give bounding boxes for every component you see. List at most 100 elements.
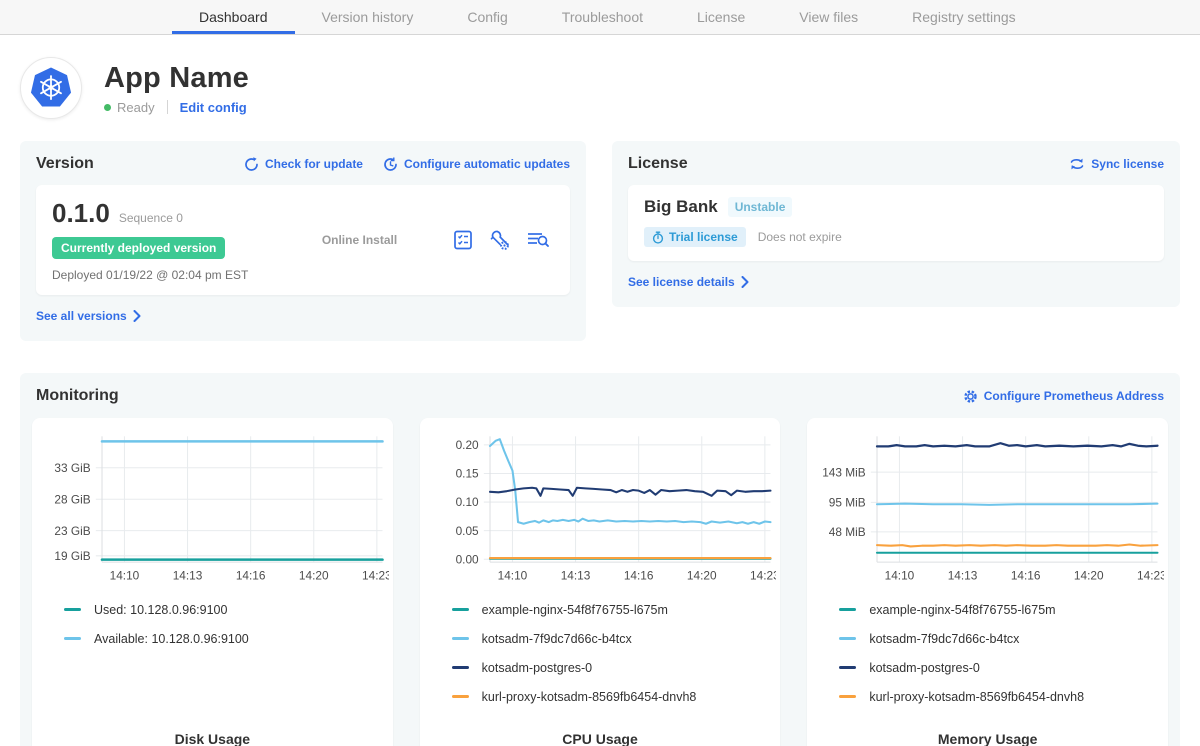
- wrench-gear-icon: [489, 229, 511, 251]
- legend-item: kurl-proxy-kotsadm-8569fb6454-dnvh8: [839, 690, 1164, 704]
- version-sequence: Sequence 0: [119, 211, 183, 225]
- license-panel: License Sync license Big Bank Unstable: [612, 141, 1180, 307]
- legend-label: kotsadm-7f9dc7d66c-b4tcx: [869, 632, 1019, 646]
- svg-text:14:10: 14:10: [110, 569, 140, 583]
- file-search-icon: [526, 229, 550, 251]
- tab-troubleshoot[interactable]: Troubleshoot: [535, 0, 670, 34]
- tab-version-history[interactable]: Version history: [295, 0, 441, 34]
- memory-usage-legend: example-nginx-54f8f76755-l675m kotsadm-7f…: [839, 603, 1164, 719]
- deployed-badge: Currently deployed version: [52, 237, 225, 259]
- edit-config-icon-button[interactable]: [489, 229, 511, 251]
- see-all-versions-link[interactable]: See all versions: [36, 309, 141, 323]
- svg-text:14:10: 14:10: [885, 569, 915, 583]
- channel-badge: Unstable: [728, 197, 793, 217]
- svg-text:48 MiB: 48 MiB: [829, 525, 866, 539]
- tab-registry-settings[interactable]: Registry settings: [885, 0, 1042, 34]
- legend-color-dash: [839, 695, 856, 698]
- svg-text:14:13: 14:13: [560, 569, 590, 583]
- legend-item: kotsadm-postgres-0: [452, 661, 777, 675]
- version-panel: Version Check for update: [20, 141, 586, 341]
- svg-text:28 GiB: 28 GiB: [54, 492, 90, 506]
- memory-usage-chart: 14:1014:1314:1614:2014:23143 MiB95 MiB48…: [811, 426, 1164, 589]
- nav-tabs: DashboardVersion historyConfigTroublesho…: [172, 0, 1043, 34]
- version-number: 0.1.0: [52, 198, 110, 229]
- svg-text:95 MiB: 95 MiB: [829, 495, 866, 509]
- svg-text:14:13: 14:13: [948, 569, 978, 583]
- legend-label: example-nginx-54f8f76755-l675m: [482, 603, 668, 617]
- legend-color-dash: [64, 637, 81, 640]
- refresh-icon: [244, 157, 259, 172]
- page-title: App Name: [104, 62, 249, 95]
- checklist-icon: [452, 229, 474, 251]
- install-type: Online Install: [267, 233, 452, 247]
- app-logo: [20, 57, 82, 119]
- chart-title: CPU Usage: [424, 719, 777, 746]
- tab-dashboard[interactable]: Dashboard: [172, 0, 295, 34]
- license-title: License: [628, 155, 688, 173]
- trial-license-badge: Trial license: [644, 227, 746, 247]
- sync-license-button[interactable]: Sync license: [1069, 157, 1164, 171]
- legend-item: kotsadm-postgres-0: [839, 661, 1164, 675]
- status-text: Ready: [117, 100, 155, 115]
- svg-text:14:16: 14:16: [624, 569, 654, 583]
- gear-icon: [963, 389, 978, 404]
- legend-color-dash: [839, 666, 856, 669]
- check-for-update-button[interactable]: Check for update: [244, 157, 363, 172]
- legend-item: example-nginx-54f8f76755-l675m: [839, 603, 1164, 617]
- tab-license[interactable]: License: [670, 0, 772, 34]
- current-version-card: 0.1.0 Sequence 0 Currently deployed vers…: [36, 185, 570, 295]
- preflight-checks-button[interactable]: [452, 229, 474, 251]
- stopwatch-icon: [652, 231, 664, 244]
- configure-prometheus-button[interactable]: Configure Prometheus Address: [963, 389, 1164, 404]
- divider: [167, 100, 168, 114]
- svg-text:0.20: 0.20: [455, 438, 478, 452]
- legend-color-dash: [839, 608, 856, 611]
- version-title: Version: [36, 155, 94, 173]
- svg-text:0.00: 0.00: [455, 552, 478, 566]
- edit-config-link[interactable]: Edit config: [180, 100, 247, 115]
- legend-color-dash: [452, 666, 469, 669]
- chart-title: Disk Usage: [36, 719, 389, 746]
- app-header: App Name Ready Edit config: [20, 57, 1180, 119]
- svg-text:143 MiB: 143 MiB: [823, 465, 867, 479]
- svg-text:14:20: 14:20: [687, 569, 717, 583]
- top-nav: DashboardVersion historyConfigTroublesho…: [0, 0, 1200, 35]
- tab-config[interactable]: Config: [440, 0, 534, 34]
- legend-color-dash: [64, 608, 81, 611]
- disk-usage-chart-card: 14:1014:1314:1614:2014:2333 GiB28 GiB23 …: [32, 418, 393, 746]
- legend-item: Used: 10.128.0.96:9100: [64, 603, 389, 617]
- see-license-details-link[interactable]: See license details: [628, 275, 749, 289]
- legend-label: kotsadm-postgres-0: [869, 661, 979, 675]
- memory-usage-chart-card: 14:1014:1314:1614:2014:23143 MiB95 MiB48…: [807, 418, 1168, 746]
- legend-color-dash: [452, 695, 469, 698]
- status-dot: [104, 104, 111, 111]
- svg-text:14:13: 14:13: [173, 569, 203, 583]
- license-name: Big Bank: [644, 197, 718, 217]
- cpu-usage-legend: example-nginx-54f8f76755-l675m kotsadm-7f…: [452, 603, 777, 719]
- svg-text:14:23: 14:23: [362, 569, 389, 583]
- disk-usage-chart: 14:1014:1314:1614:2014:2333 GiB28 GiB23 …: [36, 426, 389, 589]
- chevron-right-icon: [741, 276, 749, 288]
- svg-text:14:10: 14:10: [497, 569, 527, 583]
- legend-item: Available: 10.128.0.96:9100: [64, 632, 389, 646]
- legend-label: kurl-proxy-kotsadm-8569fb6454-dnvh8: [482, 690, 697, 704]
- monitoring-title: Monitoring: [36, 387, 119, 405]
- cpu-usage-chart-card: 14:1014:1314:1614:2014:230.200.150.100.0…: [420, 418, 781, 746]
- svg-text:0.10: 0.10: [455, 495, 478, 509]
- tab-view-files[interactable]: View files: [772, 0, 885, 34]
- legend-label: example-nginx-54f8f76755-l675m: [869, 603, 1055, 617]
- license-expiry: Does not expire: [758, 230, 842, 244]
- kubernetes-logo: [28, 65, 74, 111]
- legend-color-dash: [839, 637, 856, 640]
- legend-label: Available: 10.128.0.96:9100: [94, 632, 249, 646]
- view-logs-button[interactable]: [526, 229, 550, 251]
- svg-text:14:23: 14:23: [1137, 569, 1164, 583]
- configure-automatic-updates-button[interactable]: Configure automatic updates: [383, 157, 570, 172]
- legend-label: kotsadm-7f9dc7d66c-b4tcx: [482, 632, 632, 646]
- disk-usage-legend: Used: 10.128.0.96:9100 Available: 10.128.…: [64, 603, 389, 661]
- deployed-timestamp: Deployed 01/19/22 @ 02:04 pm EST: [52, 268, 267, 282]
- svg-text:33 GiB: 33 GiB: [54, 461, 90, 475]
- legend-item: kotsadm-7f9dc7d66c-b4tcx: [452, 632, 777, 646]
- legend-item: example-nginx-54f8f76755-l675m: [452, 603, 777, 617]
- sync-icon: [1069, 157, 1085, 171]
